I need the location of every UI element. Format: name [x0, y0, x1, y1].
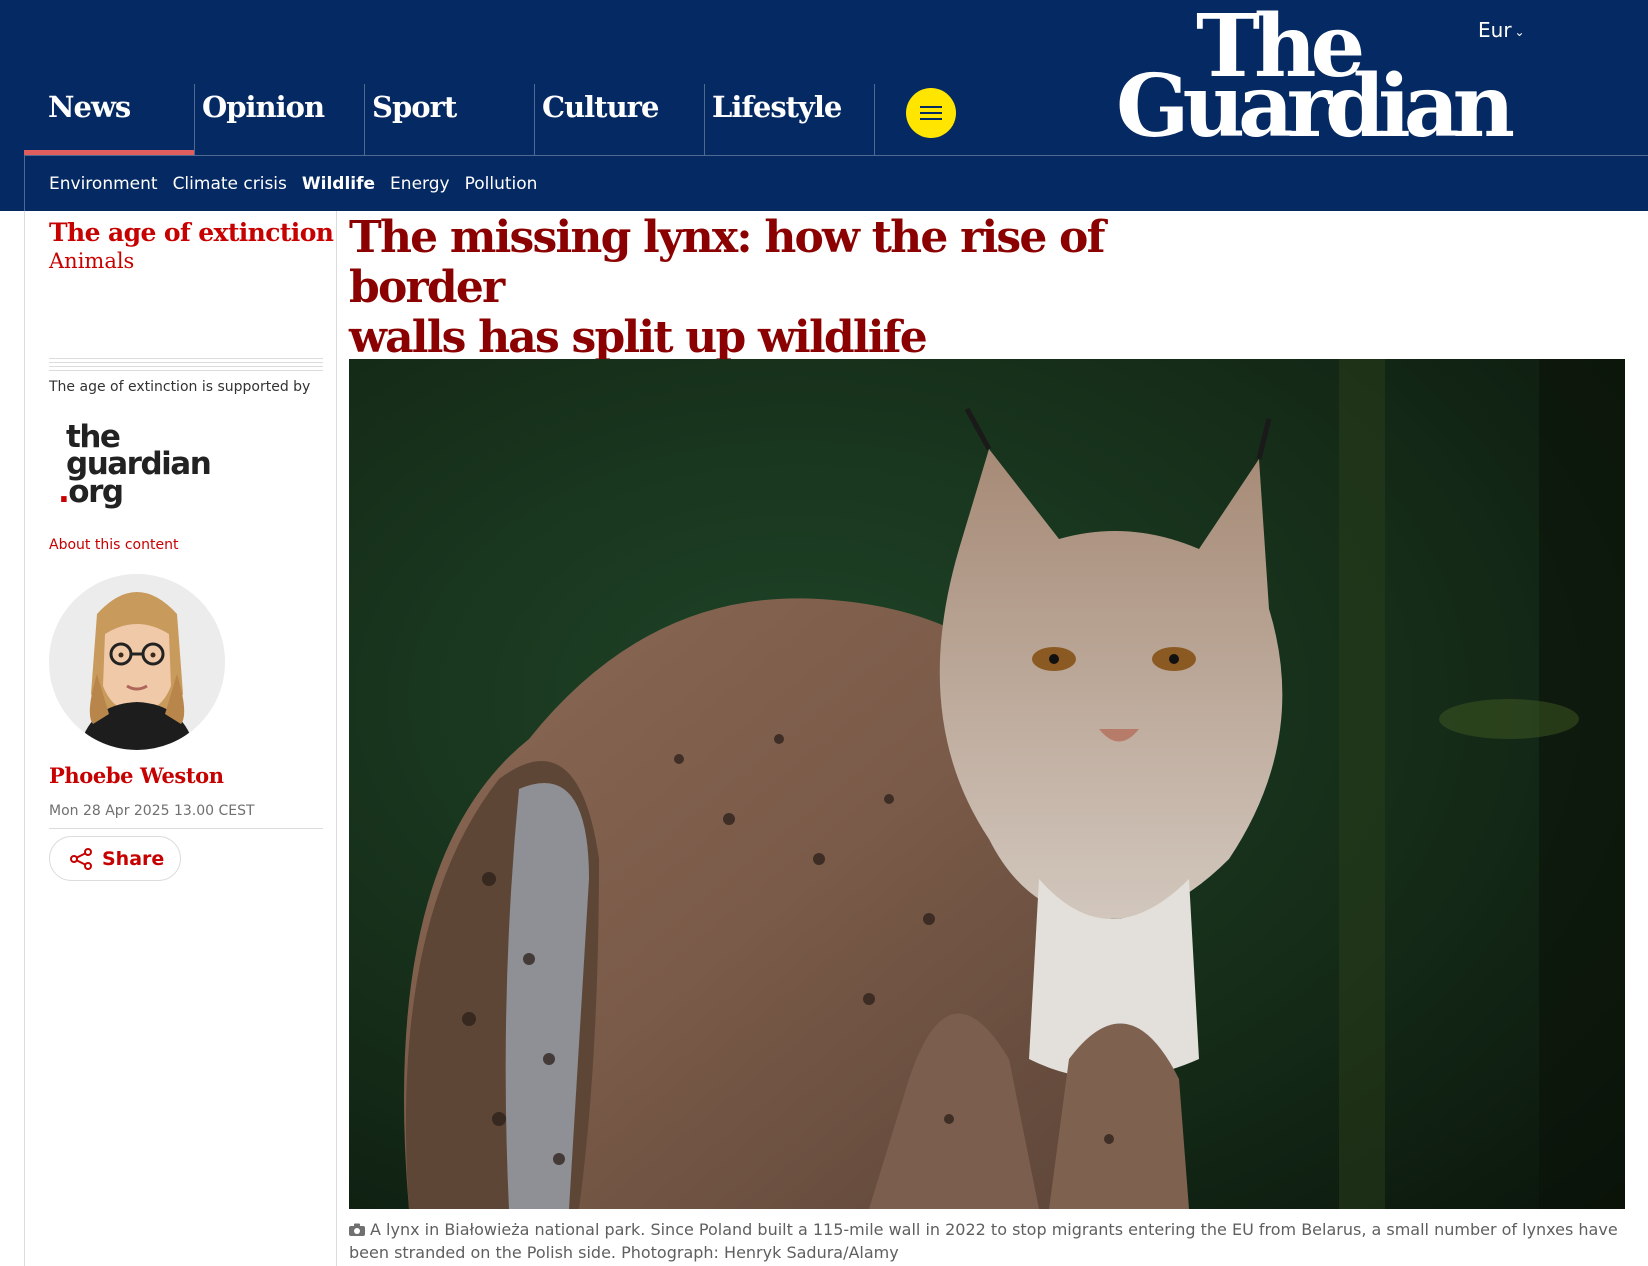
pillar-label: Sport [372, 90, 457, 124]
pillar-nav: News Opinion Sport Culture Lifestyle [24, 84, 882, 155]
share-icon [70, 847, 92, 870]
sponsor-divider [49, 358, 323, 374]
pillar-news[interactable]: News [24, 84, 194, 155]
avatar[interactable] [49, 574, 225, 750]
masthead: Eur ⌄ The Guardian News Opinion Sport Cul… [0, 0, 1648, 211]
hamburger-icon [920, 106, 942, 108]
sponsor-logo[interactable]: the guardian .org [58, 421, 226, 507]
guardian-logo[interactable]: The Guardian [1116, 4, 1526, 150]
share-label: Share [102, 847, 165, 870]
main-photo[interactable] [349, 359, 1625, 1209]
subnav-wildlife[interactable]: Wildlife [302, 174, 375, 194]
sub-nav: Environment Climate crisis Wildlife Ener… [49, 174, 537, 194]
author-portrait [49, 574, 225, 750]
page-left-border [24, 211, 25, 1266]
column-divider [336, 211, 337, 1266]
nav-divider [24, 155, 1648, 156]
pillar-lifestyle[interactable]: Lifestyle [704, 84, 874, 155]
lynx-photo [349, 359, 1625, 1209]
photo-caption: A lynx in Białowieża national park. Sinc… [349, 1218, 1629, 1264]
series-subtitle-link[interactable]: Animals [49, 249, 333, 273]
subnav-climate-crisis[interactable]: Climate crisis [173, 174, 287, 194]
nav-divider-vertical [24, 155, 25, 211]
pillar-label: Opinion [202, 90, 325, 124]
pillar-label: Culture [542, 90, 659, 124]
about-this-content-link[interactable]: About this content [49, 537, 178, 553]
hamburger-icon-bar [920, 112, 942, 114]
subnav-energy[interactable]: Energy [390, 174, 450, 194]
pillar-divider [874, 84, 882, 155]
sponsor-label: The age of extinction is supported by [49, 379, 311, 395]
author-link[interactable]: Phoebe Weston [49, 763, 224, 788]
headline-line-1: The missing lynx: how the rise of border [349, 212, 1106, 313]
series-label: The age of extinction Animals [49, 218, 334, 273]
subnav-environment[interactable]: Environment [49, 174, 158, 194]
pillar-culture[interactable]: Culture [534, 84, 704, 155]
caption-text: A lynx in Białowieża national park. Sinc… [349, 1220, 1618, 1262]
pillar-opinion[interactable]: Opinion [194, 84, 364, 155]
hamburger-icon-bar [920, 118, 942, 120]
sponsor-logo-line3: .org [58, 476, 226, 507]
series-title-link[interactable]: The age of extinction [49, 218, 334, 247]
logo-line-2: Guardian [1116, 56, 1515, 157]
sponsor-logo-org: org [68, 473, 124, 510]
menu-button[interactable] [906, 88, 956, 138]
publish-date: Mon 28 Apr 2025 13.00 CEST [49, 803, 255, 819]
sponsor-logo-dot: . [58, 473, 70, 510]
pillar-label: Lifestyle [712, 90, 842, 124]
pillar-sport[interactable]: Sport [364, 84, 534, 155]
camera-icon [349, 1223, 365, 1236]
share-button[interactable]: Share [49, 836, 181, 881]
date-divider [49, 828, 323, 829]
subnav-pollution[interactable]: Pollution [465, 174, 538, 194]
pillar-label: News [48, 90, 131, 124]
